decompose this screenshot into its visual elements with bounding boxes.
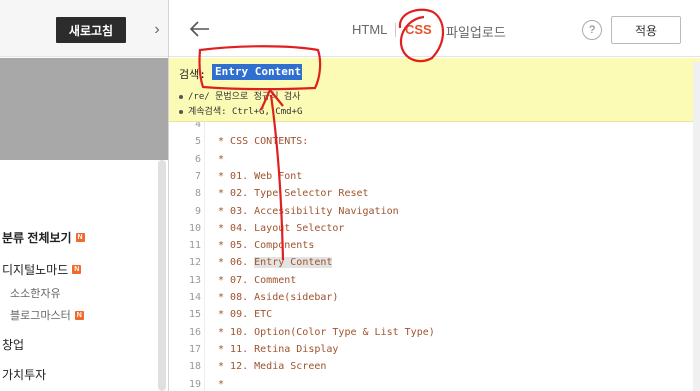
code-line[interactable]: * 05. Components <box>212 240 314 251</box>
line-number: 9 <box>194 205 201 217</box>
line-number: 10 <box>188 222 201 234</box>
tab-divider <box>395 23 396 37</box>
refresh-button[interactable]: 새로고침 <box>56 17 126 43</box>
code-line[interactable]: * 12. Media Screen <box>212 361 326 372</box>
skin-editor-panel: HTML CSS 파일업로드 ? 적용 검색: Entry Content /r… <box>169 0 700 391</box>
search-input[interactable]: Entry Content <box>212 64 302 80</box>
line-number: 19 <box>188 378 201 390</box>
line-number: 14 <box>188 292 201 303</box>
hint-text: /re/ 문법으로 정규식 검사 <box>188 92 301 102</box>
editor-header: HTML CSS 파일업로드 ? 적용 <box>169 0 700 57</box>
line-number: 7 <box>194 170 201 182</box>
category-label: 블로그마스터 <box>10 310 71 322</box>
editor-scrollbar[interactable] <box>693 62 700 391</box>
line-number: 13 <box>188 274 201 286</box>
search-label: 검색: <box>179 68 206 81</box>
line-number: 18 <box>188 361 201 373</box>
bullet-icon <box>179 109 183 114</box>
new-badge: N <box>75 233 85 242</box>
line-number: 5 <box>194 136 201 148</box>
category-blog-master[interactable]: 블로그마스터 N <box>10 307 84 323</box>
new-badge: N <box>74 310 84 320</box>
line-number: 12 <box>188 257 201 269</box>
code-line[interactable]: * <box>212 379 224 390</box>
search-panel: 검색: Entry Content /re/ 문법으로 정규식 검사 계속검색:… <box>169 58 700 122</box>
category-all[interactable]: 분류 전체보기 N <box>2 229 85 246</box>
category-label: 가치투자 <box>2 368 47 382</box>
line-number: 15 <box>188 309 201 321</box>
line-number: 11 <box>188 240 201 252</box>
category-label: 디지털노마드 <box>2 263 69 277</box>
category-startup[interactable]: 창업 <box>2 336 24 353</box>
tab-css[interactable]: CSS <box>405 22 432 37</box>
category-label: 분류 전체보기 <box>2 231 72 245</box>
line-number: 16 <box>188 326 201 338</box>
preview-toolbar: 새로고침 › <box>0 0 168 57</box>
search-match-highlight: Entry Content <box>254 257 333 269</box>
category-digital-nomad[interactable]: 디지털노마드 N <box>2 261 82 278</box>
code-line[interactable]: * 01. Web Font <box>212 171 302 182</box>
code-line[interactable]: * 09. ETC <box>212 309 272 320</box>
help-button[interactable]: ? <box>582 20 602 40</box>
code-line[interactable]: * 07. Comment <box>212 275 296 286</box>
arrow-left-icon[interactable] <box>187 16 213 42</box>
category-small-freedom[interactable]: 소소한자유 <box>10 285 61 301</box>
code-line[interactable]: * 11. Retina Display <box>212 344 338 355</box>
category-label: 창업 <box>2 338 25 352</box>
tab-html[interactable]: HTML <box>352 22 387 37</box>
code-line[interactable]: * CSS CONTENTS: <box>212 136 308 147</box>
code-line[interactable]: * 06. Entry Content <box>212 257 333 269</box>
code-line[interactable]: * 03. Accessibility Navigation <box>212 206 399 217</box>
code-line[interactable]: * <box>212 154 224 165</box>
search-hint-regex: /re/ 문법으로 정규식 검사 <box>179 89 300 102</box>
preview-header-image <box>0 58 168 160</box>
category-label: 소소한자유 <box>10 288 61 300</box>
hint-text: 계속검색: Ctrl+G, Cmd+G <box>188 107 303 117</box>
tab-file-upload[interactable]: 파일업로드 <box>446 22 506 41</box>
line-number: 17 <box>188 343 201 355</box>
search-hint-find-next: 계속검색: Ctrl+G, Cmd+G <box>179 104 302 117</box>
chevron-right-icon[interactable]: › <box>147 18 167 42</box>
line-number: 6 <box>194 153 201 165</box>
code-line[interactable]: * 10. Option(Color Type & List Type) <box>212 327 435 338</box>
category-value-investing[interactable]: 가치투자 <box>2 366 46 383</box>
blog-preview-panel: 새로고침 › 분류 전체보기 N 디지털노마드 N 소소한자유 블로그마스터 N… <box>0 0 168 391</box>
code-line[interactable]: * 02. Type Selector Reset <box>212 188 369 199</box>
preview-scrollbar[interactable] <box>158 160 166 391</box>
new-badge: N <box>72 265 82 274</box>
apply-button[interactable]: 적용 <box>611 16 681 44</box>
code-editor[interactable]: 4 5 * CSS CONTENTS: 6 * 7 * 01. Web Font 8 *… <box>169 122 700 391</box>
line-number: 8 <box>194 188 201 200</box>
line-number: 4 <box>194 122 201 130</box>
code-line[interactable]: * 08. Aside(sidebar) <box>212 292 338 303</box>
code-line[interactable]: * 04. Layout Selector <box>212 223 344 234</box>
code-text: * 06. <box>212 257 255 269</box>
bullet-icon <box>179 94 183 99</box>
